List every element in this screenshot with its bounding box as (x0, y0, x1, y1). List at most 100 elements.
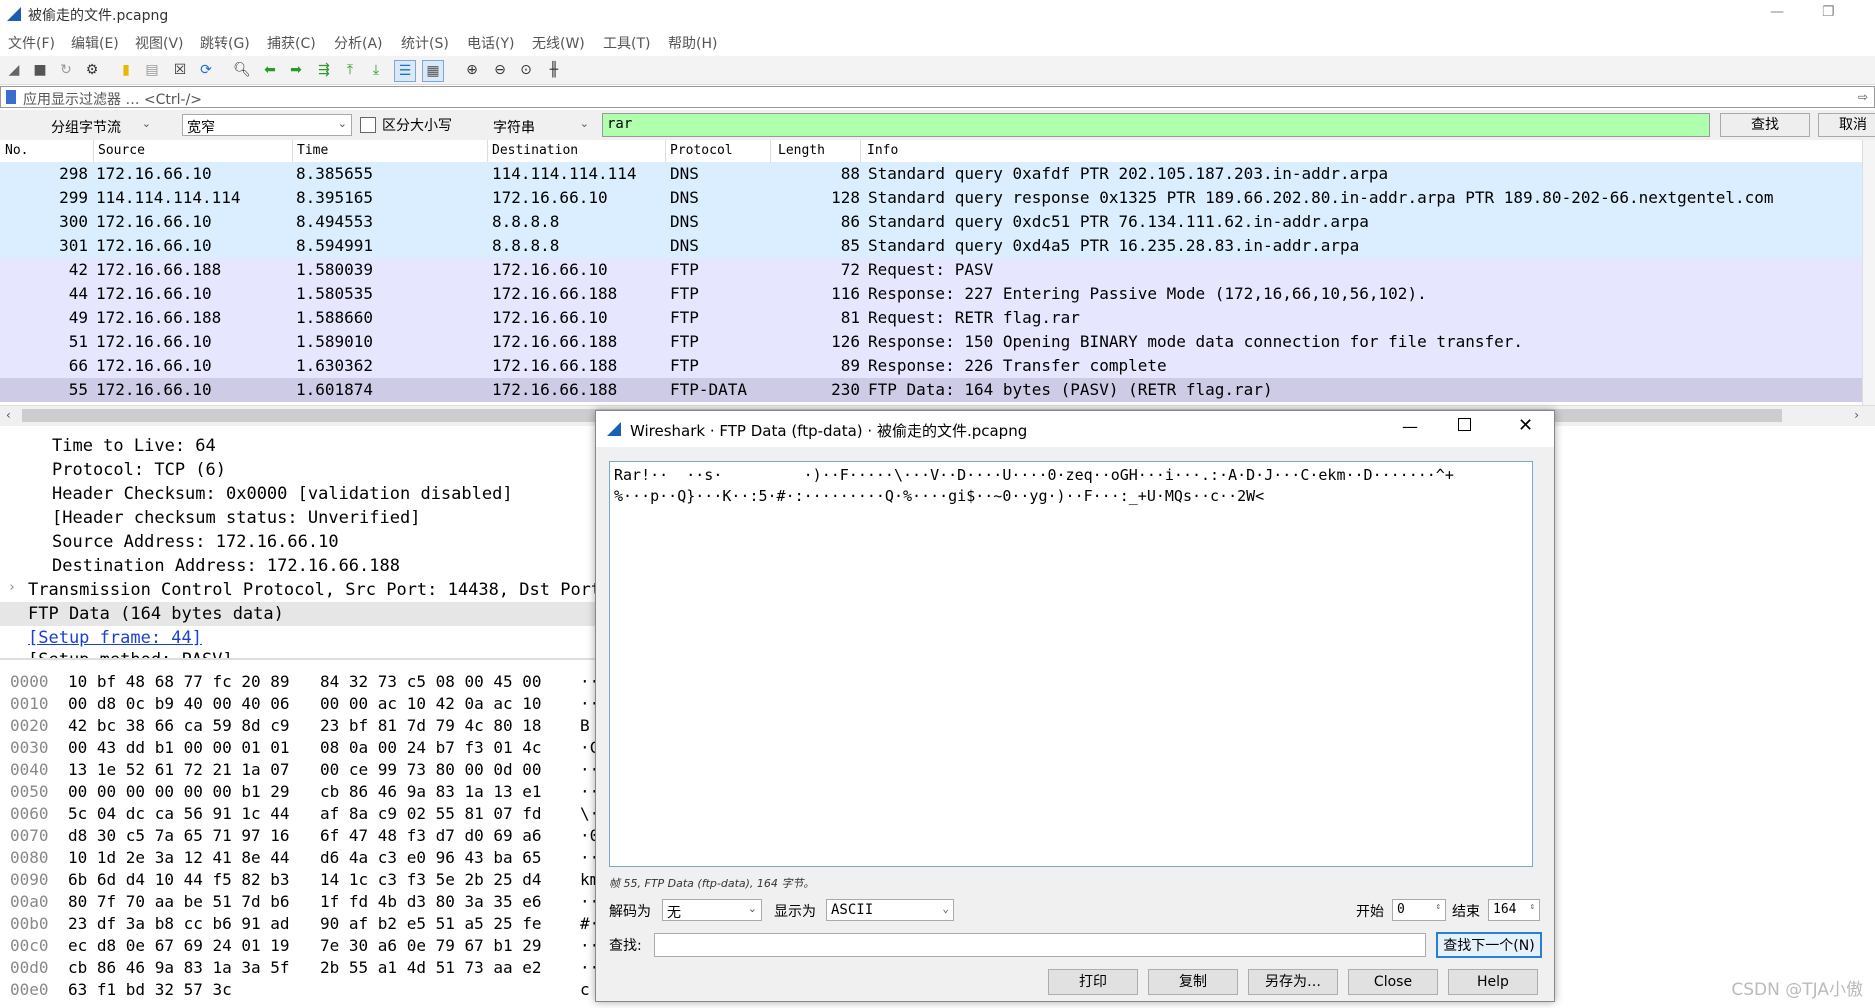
tcp-tree-item[interactable]: Transmission Control Protocol, Src Port:… (28, 580, 611, 600)
hex-row[interactable]: 0040 13 1e 52 61 72 21 1a 07 00 ce 99 73 8… (0, 760, 600, 782)
find-input[interactable]: rar (602, 113, 1710, 137)
menu-telephony[interactable]: 电话(Y) (467, 33, 514, 53)
hex-row[interactable]: 0020 42 bc 38 66 ca 59 8d c9 23 bf 81 7d 7… (0, 716, 600, 738)
display-filter-bar[interactable]: 应用显示过滤器 … <Ctrl-/> ⇨ (0, 86, 1875, 108)
hex-row[interactable]: 0010 00 d8 0c b9 40 00 40 06 00 00 ac 10 4… (0, 694, 600, 716)
column-info[interactable]: Info (867, 143, 898, 158)
hex-row[interactable]: 0060 5c 04 dc ca 56 91 1c 44 af 8a c9 02 5… (0, 804, 600, 826)
go-forward-icon[interactable]: ➡ (286, 60, 306, 80)
minimize-icon[interactable]: — (1402, 417, 1418, 436)
close-button[interactable]: Close (1348, 969, 1438, 995)
detail-line[interactable]: Time to Live: 64 (52, 436, 216, 456)
column-destination[interactable]: Destination (492, 143, 578, 158)
menu-statistics[interactable]: 统计(S) (401, 33, 449, 53)
bookmark-icon[interactable] (6, 90, 16, 104)
column-time[interactable]: Time (297, 143, 328, 158)
hex-row[interactable]: 0070 d8 30 c5 7a 65 71 97 16 6f 47 48 f3 d… (0, 826, 600, 848)
case-sensitive-checkbox[interactable] (360, 117, 376, 133)
packet-row[interactable]: 55 172.16.66.10 1.601874 172.16.66.188 FTP-D… (0, 378, 1862, 402)
start-spinbox[interactable]: 0 ⇕ (1392, 899, 1446, 921)
packet-row[interactable]: 300 172.16.66.10 8.494553 8.8.8.8 DNS 86 Stand… (0, 210, 1862, 234)
reload-file-icon[interactable]: ⟳ (196, 60, 216, 80)
print-button[interactable]: 打印 (1048, 969, 1138, 995)
packet-row[interactable]: 298 172.16.66.10 8.385655 114.114.114.114 DN… (0, 162, 1862, 186)
packet-row[interactable]: 42 172.16.66.188 1.580039 172.16.66.10 FTP 72… (0, 258, 1862, 282)
apply-filter-icon[interactable]: ⇨ (1858, 90, 1868, 104)
hex-row[interactable]: 00b0 23 df 3a b8 cc b6 91 ad 90 af b2 e5 5… (0, 914, 600, 936)
find-text-input[interactable] (654, 933, 1426, 957)
find-packet-icon[interactable]: 🔍︎ (232, 60, 252, 80)
menu-help[interactable]: 帮助(H) (668, 33, 717, 53)
char-width-select[interactable]: 宽窄 ⌄ (182, 114, 352, 136)
spin-arrows-icon[interactable]: ⇕ (1436, 902, 1441, 912)
help-button[interactable]: Help (1448, 969, 1538, 995)
packet-row[interactable]: 44 172.16.66.10 1.580535 172.16.66.188 FTP 11… (0, 282, 1862, 306)
menu-file[interactable]: 文件(F) (8, 33, 55, 53)
last-packet-icon[interactable]: ⤓ (366, 60, 386, 80)
menu-edit[interactable]: 编辑(E) (71, 33, 119, 53)
packet-row[interactable]: 51 172.16.66.10 1.589010 172.16.66.188 FTP 12… (0, 330, 1862, 354)
packet-list-minimap[interactable] (1862, 140, 1875, 405)
spin-arrows-icon[interactable]: ⇕ (1530, 902, 1535, 912)
packet-row[interactable]: 66 172.16.66.10 1.630362 172.16.66.188 FTP 89… (0, 354, 1862, 378)
column-protocol[interactable]: Protocol (670, 143, 733, 158)
hex-row[interactable]: 00e0 63 f1 bd 32 57 3c c (0, 980, 600, 1002)
packet-row[interactable]: 49 172.16.66.188 1.588660 172.16.66.10 FTP 81… (0, 306, 1862, 330)
close-icon[interactable]: ✕ (1518, 415, 1533, 436)
hex-row[interactable]: 0090 6b 6d d4 10 44 f5 82 b3 14 1c c3 f3 5… (0, 870, 600, 892)
save-file-icon[interactable]: ▤ (142, 60, 162, 80)
scroll-left-icon[interactable]: ‹ (6, 408, 11, 422)
find-button[interactable]: 查找 (1720, 113, 1810, 137)
detail-line[interactable]: Source Address: 172.16.66.10 (52, 532, 339, 552)
detail-line[interactable]: Header Checksum: 0x0000 [validation disa… (52, 484, 513, 504)
copy-button[interactable]: 复制 (1148, 969, 1238, 995)
pane-splitter[interactable] (0, 658, 600, 660)
column-no[interactable]: No. (5, 143, 28, 158)
hex-row[interactable]: 0030 00 43 dd b1 00 00 01 01 08 0a 00 24 b… (0, 738, 600, 760)
go-back-icon[interactable]: ⬅ (260, 60, 280, 80)
minimize-icon[interactable]: — (1770, 4, 1784, 20)
decode-as-select[interactable]: 无 ⌄ (662, 899, 762, 921)
hex-row[interactable]: 0080 10 1d 2e 3a 12 41 8e 44 d6 4a c3 e0 9… (0, 848, 600, 870)
detail-line[interactable]: [Header checksum status: Unverified] (52, 508, 420, 528)
capture-options-icon[interactable]: ⚙ (82, 60, 102, 80)
menu-tools[interactable]: 工具(T) (603, 33, 650, 53)
zoom-in-icon[interactable]: ⊕ (462, 60, 482, 80)
save-as-button[interactable]: 另存为… (1248, 969, 1338, 995)
colorize-icon[interactable]: ▦ (422, 60, 444, 82)
hex-row[interactable]: 0050 00 00 00 00 00 00 b1 29 cb 86 46 9a 8… (0, 782, 600, 804)
detail-line[interactable]: Destination Address: 172.16.66.188 (52, 556, 400, 576)
hex-row[interactable]: 0000 10 bf 48 68 77 fc 20 89 84 32 73 c5 0… (0, 672, 600, 694)
hex-row[interactable]: 00a0 80 7f 70 aa be 51 7d b6 1f fd 4b d3 8… (0, 892, 600, 914)
show-as-select[interactable]: ASCII ⌄ (826, 899, 954, 921)
search-in-select[interactable]: 分组字节流 ⌄ (46, 114, 156, 136)
setup-frame-link[interactable]: [Setup frame: 44] (28, 628, 202, 648)
column-length[interactable]: Length (778, 143, 825, 158)
restart-capture-icon[interactable]: ↻ (56, 60, 76, 80)
search-type-select[interactable]: 字符串 ⌄ (488, 114, 594, 136)
stop-capture-icon[interactable]: ■ (30, 60, 50, 80)
expand-arrow-icon[interactable]: › (8, 580, 16, 595)
zoom-out-icon[interactable]: ⊖ (490, 60, 510, 80)
maximize-icon[interactable] (1458, 418, 1471, 431)
packet-row[interactable]: 299 114.114.114.114 8.395165 172.16.66.10 DN… (0, 186, 1862, 210)
start-capture-icon[interactable]: ◢ (4, 60, 24, 80)
normal-size-icon[interactable]: ⊙ (516, 60, 536, 80)
ftp-data-tree-item[interactable]: FTP Data (164 bytes data) (28, 604, 284, 624)
first-packet-icon[interactable]: ⤒ (340, 60, 360, 80)
open-file-icon[interactable]: ▮ (116, 60, 136, 80)
menu-go[interactable]: 跳转(G) (200, 33, 250, 53)
go-to-packet-icon[interactable]: ⇶ (314, 60, 334, 80)
find-next-button[interactable]: 查找下一个(N) (1436, 932, 1542, 958)
hex-row[interactable]: 00c0 ec d8 0e 67 69 24 01 19 7e 30 a6 0e 7… (0, 936, 600, 958)
cancel-find-button[interactable]: 取消 (1818, 113, 1875, 137)
stream-content-text[interactable]: Rar!·· ··s· ·)··F·····\···V··D····U····0… (609, 461, 1533, 867)
menu-analyze[interactable]: 分析(A) (334, 33, 383, 53)
restore-icon[interactable]: ❐ (1822, 4, 1835, 20)
menu-view[interactable]: 视图(V) (135, 33, 184, 53)
close-file-icon[interactable]: ☒ (170, 60, 190, 80)
hex-row[interactable]: 00d0 cb 86 46 9a 83 1a 3a 5f 2b 55 a1 4d 5… (0, 958, 600, 980)
resize-columns-icon[interactable]: ╫ (544, 60, 564, 80)
menu-wireless[interactable]: 无线(W) (532, 33, 585, 53)
autoscroll-icon[interactable]: ☰ (394, 60, 416, 82)
